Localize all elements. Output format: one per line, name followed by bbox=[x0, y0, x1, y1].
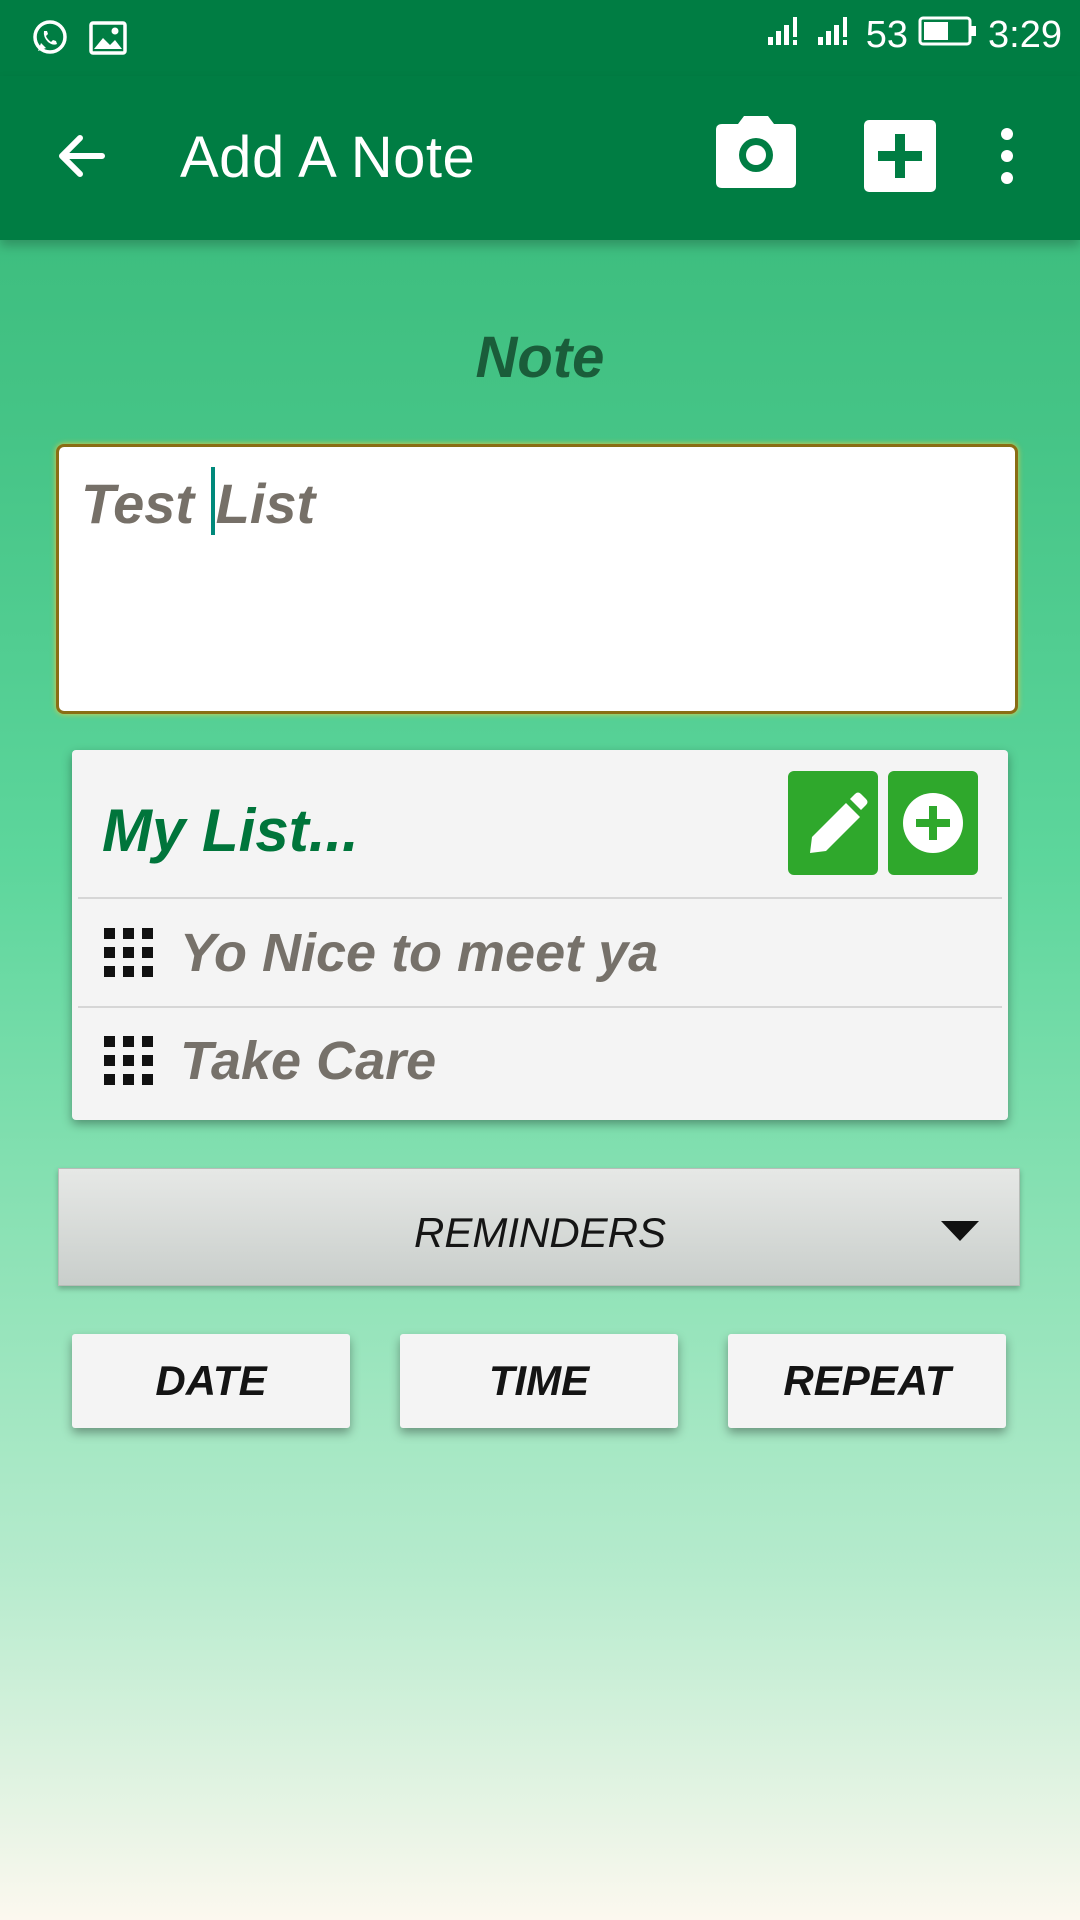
repeat-button[interactable]: REPEAT bbox=[728, 1334, 1006, 1428]
battery-icon bbox=[918, 14, 978, 57]
signal-icon bbox=[766, 14, 806, 57]
divider bbox=[78, 897, 1002, 899]
list-item-label: Yo Nice to meet ya bbox=[180, 923, 659, 983]
back-button[interactable] bbox=[50, 126, 120, 186]
add-box-icon bbox=[864, 120, 936, 196]
more-vert-icon bbox=[992, 128, 1022, 196]
more-options-button[interactable] bbox=[992, 120, 1022, 192]
note-heading: Note bbox=[475, 325, 605, 390]
signal-icon bbox=[816, 14, 856, 57]
add-button[interactable] bbox=[864, 120, 936, 192]
note-text-part: List bbox=[215, 472, 316, 535]
add-circle-icon bbox=[888, 793, 978, 879]
list-item-label: Take Care bbox=[180, 1031, 437, 1091]
page-title: Add A Note bbox=[180, 125, 476, 190]
reminders-label: REMINDERS bbox=[413, 1209, 667, 1256]
grid-icon[interactable] bbox=[104, 928, 154, 978]
list-item[interactable]: Take Care bbox=[72, 1008, 1008, 1114]
pencil-icon bbox=[788, 792, 878, 879]
add-list-item-button[interactable] bbox=[888, 771, 978, 875]
system-status: 53 3:29 bbox=[766, 14, 1062, 57]
camera-icon bbox=[714, 116, 798, 194]
caret-down-icon bbox=[941, 1221, 979, 1243]
image-icon bbox=[88, 18, 128, 63]
status-bar: 53 3:29 bbox=[0, 0, 1080, 76]
app-bar: Add A Note bbox=[0, 76, 1080, 240]
back-arrow-icon bbox=[50, 135, 120, 190]
note-text-part: Test bbox=[81, 472, 210, 535]
list-title: My List... bbox=[102, 797, 359, 864]
notification-icons bbox=[30, 18, 128, 63]
date-button[interactable]: DATE bbox=[72, 1334, 350, 1428]
time-button[interactable]: TIME bbox=[400, 1334, 678, 1428]
clock: 3:29 bbox=[988, 14, 1062, 56]
text-cursor bbox=[210, 467, 215, 535]
list-item[interactable]: Yo Nice to meet ya bbox=[72, 900, 1008, 1006]
note-text-field[interactable]: Test List bbox=[56, 444, 1018, 714]
grid-icon[interactable] bbox=[104, 1036, 154, 1086]
whatsapp-icon bbox=[30, 18, 70, 63]
edit-list-button[interactable] bbox=[788, 771, 878, 875]
note-text: Test List bbox=[81, 467, 315, 536]
camera-button[interactable] bbox=[714, 114, 798, 190]
list-card: My List... Yo Nice to meet ya Take Care bbox=[72, 750, 1008, 1120]
battery-level: 53 bbox=[865, 14, 909, 56]
reminders-dropdown[interactable]: REMINDERS bbox=[58, 1168, 1020, 1286]
